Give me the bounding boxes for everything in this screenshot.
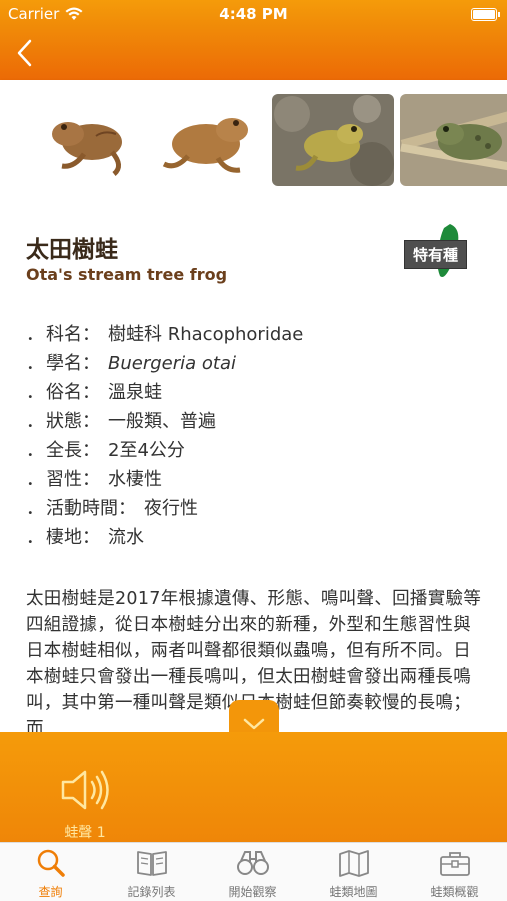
tab-label: 蛙類地圖	[329, 885, 378, 899]
fact-label: 學名：	[46, 353, 100, 374]
fact-bullet: ．	[26, 411, 44, 432]
tab-label: 查詢	[38, 885, 63, 899]
fact-habit: ． 習性： 水棲性	[26, 465, 303, 494]
fact-activity-time: ． 活動時間： 夜行性	[26, 494, 303, 523]
fact-common-name: ． 俗名： 溫泉蛙	[26, 378, 303, 407]
fact-label: 俗名：	[46, 382, 100, 403]
search-icon	[37, 849, 65, 877]
species-facts: ． 科名： 樹蛙科 Rhacophoridae ． 學名： Buergeria …	[26, 320, 303, 552]
fact-bullet: ．	[26, 382, 44, 403]
tab-frog-map[interactable]: 蛙類地圖	[303, 843, 404, 901]
book-icon	[137, 851, 167, 876]
fact-value: 流水	[108, 527, 144, 548]
fact-value: 夜行性	[144, 498, 198, 519]
frog-photo-2[interactable]	[148, 94, 270, 186]
fact-scientific-name: ． 學名： Buergeria otai	[26, 349, 303, 378]
fact-bullet: ．	[26, 440, 44, 461]
fact-label: 習性：	[46, 469, 100, 490]
sound-panel: 蛙聲 1	[0, 732, 507, 842]
toolbox-icon	[440, 852, 470, 876]
battery-icon	[471, 8, 500, 21]
fact-bullet: ．	[26, 527, 44, 548]
fact-family: ． 科名： 樹蛙科 Rhacophoridae	[26, 320, 303, 349]
fact-label: 棲地：	[46, 527, 100, 548]
navigation-bar	[0, 28, 507, 80]
tab-label: 記錄列表	[127, 885, 176, 899]
tab-label: 蛙類概觀	[430, 885, 479, 899]
status-bar: Carrier 4:48 PM	[0, 0, 507, 28]
endemic-badge-label: 特有種	[404, 240, 468, 269]
tab-bar: 查詢 記錄列表 開始觀察 蛙類地圖 蛙類概觀	[0, 842, 507, 901]
status-time: 4:48 PM	[219, 5, 288, 23]
map-icon	[339, 850, 369, 877]
fact-value: 2至4公分	[108, 440, 185, 461]
fact-bullet: ．	[26, 324, 44, 345]
fact-value: Buergeria otai	[108, 353, 236, 374]
species-detail[interactable]: 太田樹蛙 Ota's stream tree frog 特有種 ． 科名： 樹蛙…	[0, 200, 507, 732]
speaker-icon	[61, 770, 109, 810]
tab-search[interactable]: 查詢	[0, 843, 101, 901]
fact-habitat: ． 棲地： 流水	[26, 523, 303, 552]
fact-bullet: ．	[26, 469, 44, 490]
fact-label: 狀態：	[46, 411, 100, 432]
fact-bullet: ．	[26, 353, 44, 374]
tab-start-observation[interactable]: 開始觀察	[202, 843, 303, 901]
tab-records[interactable]: 記錄列表	[101, 843, 202, 901]
species-name-en: Ota's stream tree frog	[26, 265, 228, 284]
fact-value: 水棲性	[108, 469, 162, 490]
tab-label: 開始觀察	[228, 885, 277, 899]
fact-bullet: ．	[26, 498, 44, 519]
fact-label: 活動時間：	[46, 498, 136, 519]
fact-value: 樹蛙科 Rhacophoridae	[108, 324, 304, 345]
fact-length: ． 全長： 2至4公分	[26, 436, 303, 465]
frog-photo-3[interactable]	[272, 94, 394, 186]
fact-status: ． 狀態： 一般類、普遍	[26, 407, 303, 436]
fact-label: 全長：	[46, 440, 100, 461]
fact-label: 科名：	[46, 324, 100, 345]
species-name-zh: 太田樹蛙	[26, 237, 118, 263]
frog-photo-4[interactable]	[400, 94, 507, 186]
tab-frog-overview[interactable]: 蛙類概觀	[404, 843, 505, 901]
fact-value: 一般類、普遍	[108, 411, 216, 432]
frog-photo-1[interactable]	[24, 94, 146, 186]
frog-call-button[interactable]: 蛙聲 1	[50, 752, 120, 841]
endemic-badge: 特有種	[400, 222, 490, 282]
fact-value: 溫泉蛙	[108, 382, 162, 403]
frog-call-label: 蛙聲 1	[64, 825, 106, 841]
binoculars-icon	[237, 851, 269, 875]
chevron-left-icon[interactable]	[14, 38, 38, 68]
photo-gallery[interactable]	[0, 80, 507, 200]
